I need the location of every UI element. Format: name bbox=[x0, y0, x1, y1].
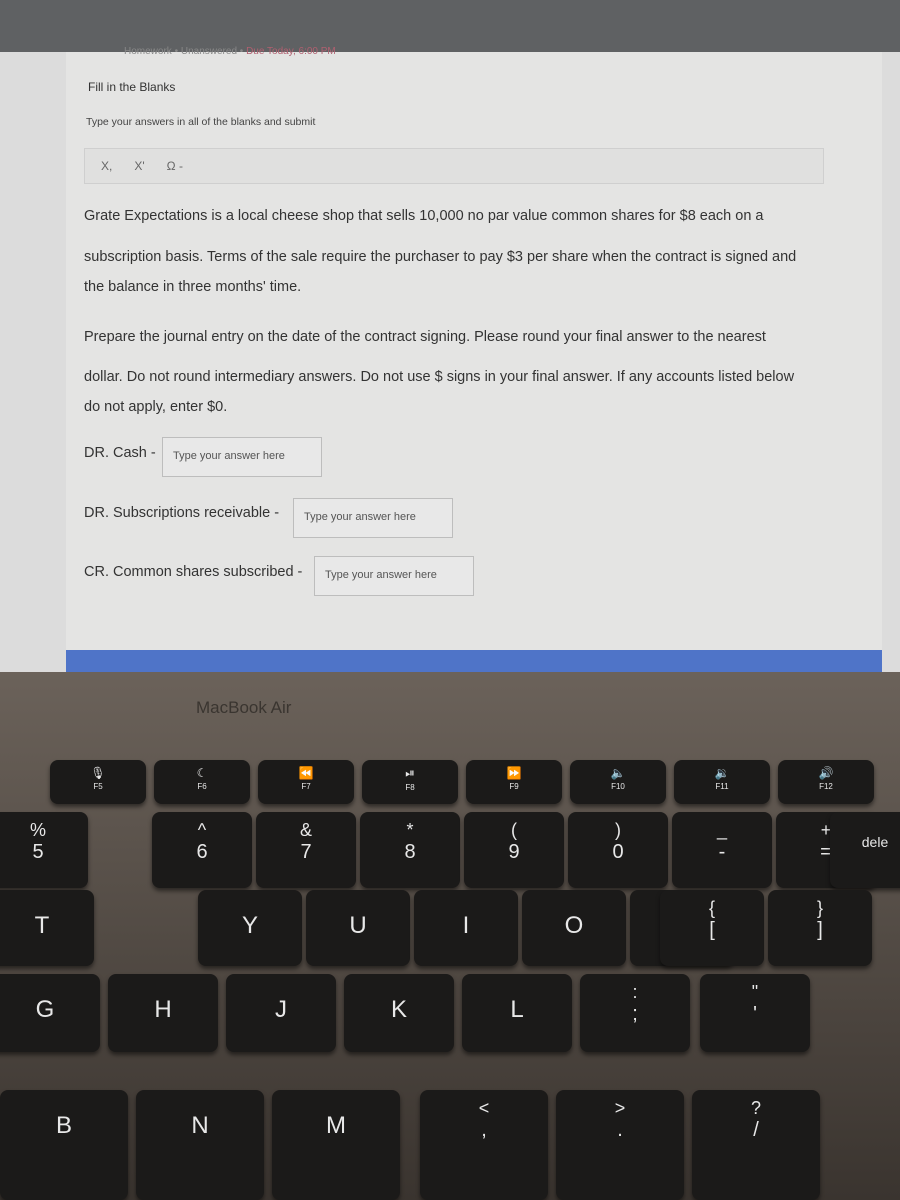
key-f11[interactable]: 🔉 F11 bbox=[674, 760, 770, 804]
key-o[interactable]: O bbox=[522, 890, 626, 966]
breadcrumb: Homework • Unanswered • Due Today, 6:00 … bbox=[124, 46, 336, 57]
page: Homework • Unanswered • Due Today, 6:00 … bbox=[0, 46, 900, 672]
key-n[interactable]: N bbox=[136, 1090, 264, 1200]
key-8[interactable]: * 8 bbox=[360, 812, 460, 888]
laptop-brand: MacBook Air bbox=[196, 698, 292, 717]
question-line: the balance in three months' time. bbox=[84, 279, 302, 295]
instruction: Type your answers in all of the blanks a… bbox=[86, 116, 316, 128]
question-line: dollar. Do not round intermediary answer… bbox=[84, 369, 795, 385]
blank-label-common-shares: CR. Common shares subscribed - bbox=[84, 564, 303, 580]
key-j[interactable]: J bbox=[226, 974, 336, 1052]
key-h[interactable]: H bbox=[108, 974, 218, 1052]
key-0[interactable]: ) 0 bbox=[568, 812, 668, 888]
key-m[interactable]: M bbox=[272, 1090, 400, 1200]
due-date: Due Today, 6:00 PM bbox=[246, 46, 336, 57]
key-t[interactable]: T bbox=[0, 890, 94, 966]
key-f10[interactable]: 🔈 F10 bbox=[570, 760, 666, 804]
key--[interactable]: _ - bbox=[672, 812, 772, 888]
key-5[interactable]: % 5 bbox=[0, 812, 88, 888]
subscript-button[interactable]: X, bbox=[101, 159, 112, 173]
key-f5[interactable]: 🎙 F5 bbox=[50, 760, 146, 804]
browser-top-bar bbox=[0, 0, 900, 52]
key-l[interactable]: L bbox=[462, 974, 572, 1052]
key-y[interactable]: Y bbox=[198, 890, 302, 966]
editor-toolbar: X, X' Ω - bbox=[84, 148, 824, 184]
key-f7[interactable]: ⏪ F7 bbox=[258, 760, 354, 804]
crumb-section[interactable]: Homework bbox=[124, 46, 172, 57]
question-line: subscription basis. Terms of the sale re… bbox=[84, 249, 797, 265]
common-shares-subscribed-input[interactable]: Type your answer here bbox=[314, 556, 474, 596]
question-line: Prepare the journal entry on the date of… bbox=[84, 329, 766, 345]
key-punct[interactable]: <, bbox=[420, 1090, 548, 1200]
key-k[interactable]: K bbox=[344, 974, 454, 1052]
superscript-button[interactable]: X' bbox=[134, 159, 144, 173]
blank-label-cash: DR. Cash - bbox=[84, 445, 156, 461]
key-g[interactable]: G bbox=[0, 974, 100, 1052]
crumb-status: Unanswered bbox=[180, 46, 238, 57]
key-punct[interactable]: " ' bbox=[700, 974, 810, 1052]
question-card: Homework • Unanswered • Due Today, 6:00 … bbox=[66, 46, 882, 672]
key-punct[interactable]: >. bbox=[556, 1090, 684, 1200]
key-6[interactable]: ^ 6 bbox=[152, 812, 252, 888]
cash-input[interactable]: Type your answer here bbox=[162, 437, 322, 477]
key-f8[interactable]: ⏯ F8 bbox=[362, 760, 458, 804]
subscriptions-receivable-input[interactable]: Type your answer here bbox=[293, 498, 453, 538]
key-f9[interactable]: ⏩ F9 bbox=[466, 760, 562, 804]
key-f12[interactable]: 🔊 F12 bbox=[778, 760, 874, 804]
key-punct[interactable]: :; bbox=[580, 974, 690, 1052]
question-line: do not apply, enter $0. bbox=[84, 399, 228, 415]
key-9[interactable]: (9 bbox=[464, 812, 564, 888]
footer-bar bbox=[66, 650, 882, 672]
key-7[interactable]: & 7 bbox=[256, 812, 356, 888]
blank-label-subscriptions: DR. Subscriptions receivable - bbox=[84, 505, 280, 521]
key-b[interactable]: B bbox=[0, 1090, 128, 1200]
key-u[interactable]: U bbox=[306, 890, 410, 966]
question-line: Grate Expectations is a local cheese sho… bbox=[84, 208, 764, 224]
key-f6[interactable]: ☾ F6 bbox=[154, 760, 250, 804]
key-bracket[interactable]: }] bbox=[768, 890, 872, 966]
key-bracket[interactable]: {[ bbox=[660, 890, 764, 966]
key-punct[interactable]: ? / bbox=[692, 1090, 820, 1200]
question-type: Fill in the Blanks bbox=[88, 80, 176, 94]
key-i[interactable]: I bbox=[414, 890, 518, 966]
special-chars-button[interactable]: Ω - bbox=[167, 159, 183, 173]
key-delete[interactable]: dele bbox=[830, 812, 900, 888]
